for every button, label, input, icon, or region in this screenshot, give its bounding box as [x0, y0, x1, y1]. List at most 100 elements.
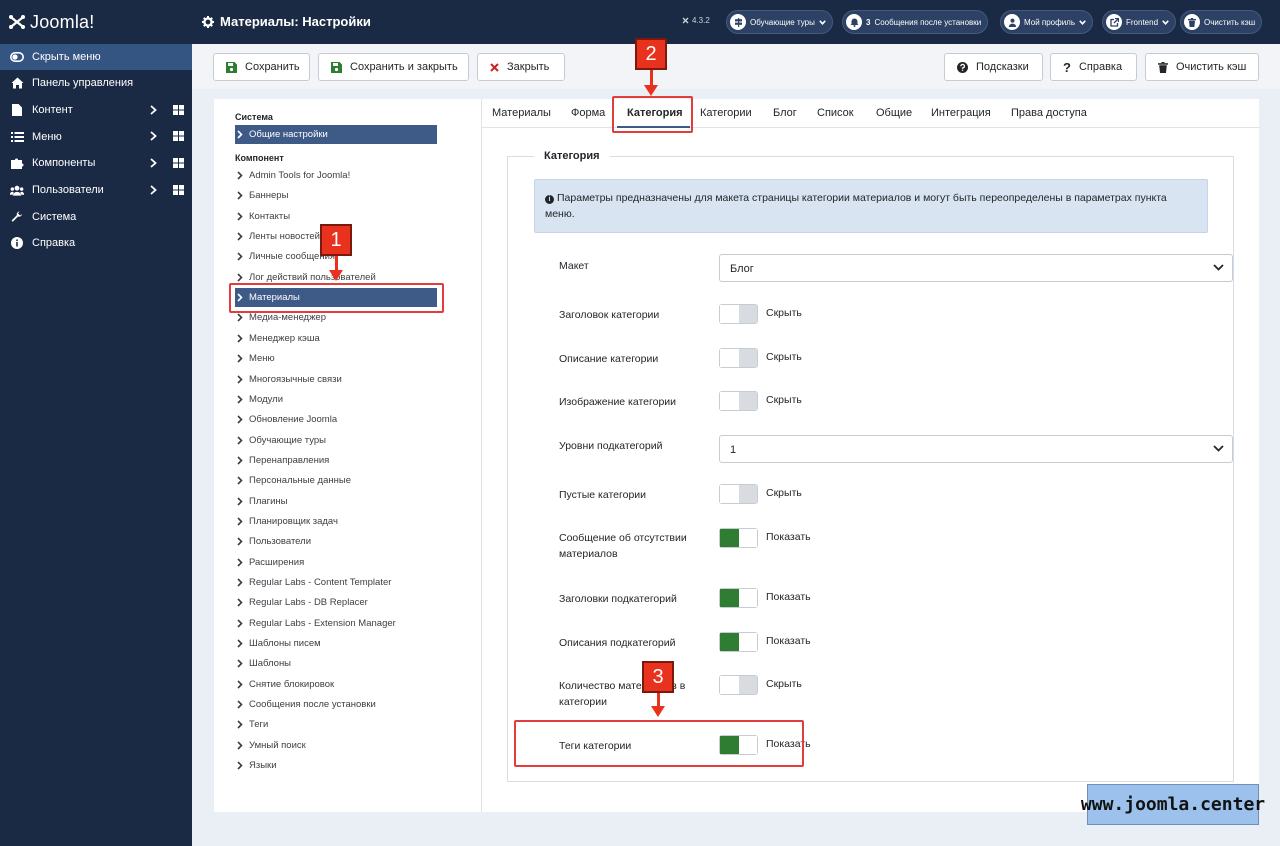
tab-articles[interactable]: Материалы [492, 107, 551, 119]
post-install-messages-button[interactable]: 3 Сообщения после установки [842, 10, 989, 34]
chevron-right-icon[interactable] [150, 185, 157, 195]
chevron-right-icon [235, 374, 245, 384]
component-item[interactable]: Regular Labs - Extension Manager [235, 614, 437, 633]
annotation-arrow-head-3 [651, 706, 665, 717]
sidebar-item-menus[interactable]: Меню [0, 123, 192, 150]
chevron-right-icon [235, 497, 245, 506]
component-item[interactable]: Контакты [235, 207, 437, 226]
chevron-right-icon [235, 680, 245, 689]
component-item-label: Шаблоны писем [249, 638, 321, 650]
component-item[interactable]: Обучающие туры [235, 431, 437, 450]
chevron-right-icon[interactable] [150, 158, 157, 168]
component-item[interactable]: Обновление Joomla [235, 410, 437, 429]
joomla-logo[interactable]: Joomla! [0, 0, 192, 44]
component-item-label: Обучающие туры [249, 434, 326, 446]
save-and-close-button[interactable]: Сохранить и закрыть [318, 53, 469, 81]
component-item-label: Медиа-менеджер [249, 312, 326, 324]
component-item[interactable]: Admin Tools for Joomla! [235, 166, 437, 185]
close-button[interactable]: Закрыть [477, 53, 565, 81]
sidebar-item-help[interactable]: Справка [0, 230, 192, 257]
chevron-right-icon[interactable] [150, 105, 157, 115]
sidebar-item-dashboard[interactable]: Панель управления [0, 70, 192, 97]
tab-list[interactable]: Список [817, 107, 854, 119]
question-circle-icon [957, 61, 968, 73]
chevron-right-icon [235, 639, 245, 648]
subcategory-descriptions-toggle[interactable] [719, 632, 758, 652]
field-label-category-image: Изображение категории [559, 396, 677, 408]
category-title-toggle[interactable] [719, 304, 758, 324]
tabs-bar: Материалы Форма Категория Категории Блог… [482, 99, 1260, 128]
sidebar-item-users[interactable]: Пользователи [0, 177, 192, 204]
component-item[interactable]: Баннеры [235, 186, 437, 205]
component-item[interactable]: Плагины [235, 492, 437, 511]
sidebar-item-label: Компоненты [32, 157, 96, 170]
component-item[interactable]: Regular Labs - Content Templater [235, 573, 437, 592]
sidebar-item-content[interactable]: Контент [0, 97, 192, 124]
articles-count-toggle[interactable] [719, 675, 758, 695]
component-item[interactable]: Модули [235, 390, 437, 409]
help-button[interactable]: ? Справка [1050, 53, 1137, 81]
empty-categories-toggle[interactable] [719, 484, 758, 504]
no-articles-message-toggle[interactable] [719, 528, 758, 548]
component-item[interactable]: Планировщик задач [235, 512, 437, 531]
component-item[interactable]: Языки [235, 756, 437, 775]
component-item[interactable]: Персональные данные [235, 471, 437, 490]
field-label-layout: Макет [559, 260, 589, 272]
tab-shared[interactable]: Общие [876, 107, 912, 119]
component-item[interactable]: Сообщения после установки [235, 695, 437, 714]
tab-permissions[interactable]: Права доступа [1011, 107, 1087, 119]
component-item[interactable]: Шаблоны [235, 654, 437, 673]
component-item[interactable]: Перенаправления [235, 451, 437, 470]
component-item[interactable]: Умный поиск [235, 736, 437, 755]
tab-integration[interactable]: Интеграция [931, 107, 991, 119]
component-item-label: Плагины [249, 495, 288, 507]
component-item[interactable]: Меню [235, 349, 437, 368]
joomla-logo-icon [8, 13, 26, 31]
component-item[interactable]: Regular Labs - DB Replacer [235, 593, 437, 612]
field-label-category-description: Описание категории [559, 353, 659, 365]
sidebar-item-toggle-menu[interactable]: Скрыть меню [0, 44, 192, 70]
chevron-right-icon [235, 212, 245, 221]
grid-icon[interactable] [173, 158, 184, 169]
save-and-close-label: Сохранить и закрыть [350, 61, 458, 73]
component-item[interactable]: Менеджер кэша [235, 329, 437, 348]
chevron-right-icon [235, 659, 245, 668]
articles-count-state: Скрыть [766, 678, 802, 690]
layout-select[interactable]: Блог [719, 254, 1233, 282]
chevron-right-icon [235, 578, 245, 587]
hints-button[interactable]: Подсказки [944, 53, 1043, 81]
sidebar-item-components[interactable]: Компоненты [0, 150, 192, 177]
component-item[interactable]: Многоязычные связи [235, 370, 437, 389]
toolbar: Сохранить Сохранить и закрыть Закрыть По… [192, 44, 1280, 89]
component-item[interactable]: Снятие блокировок [235, 675, 437, 694]
component-item[interactable]: Шаблоны писем [235, 634, 437, 653]
field-label-empty-categories: Пустые категории [559, 489, 647, 501]
clear-cache-header-button[interactable]: Очистить кэш [1180, 10, 1263, 34]
component-list-panel: Система Общие настройки Компонент Admin … [214, 99, 481, 812]
category-description-toggle[interactable] [719, 348, 758, 368]
grid-icon[interactable] [173, 131, 184, 142]
help-label: Справка [1078, 61, 1123, 73]
subcategory-levels-select[interactable]: 1 [719, 435, 1233, 463]
sidebar-item-system[interactable]: Система [0, 203, 192, 230]
subcategory-titles-toggle[interactable] [719, 588, 758, 608]
tab-categories[interactable]: Категории [700, 107, 752, 119]
category-image-toggle[interactable] [719, 391, 758, 411]
component-item[interactable]: Теги [235, 715, 437, 734]
frontend-label: Frontend [1126, 17, 1159, 27]
component-item[interactable]: Расширения [235, 553, 437, 572]
clear-cache-button[interactable]: Очистить кэш [1145, 53, 1259, 81]
component-item[interactable]: Пользователи [235, 532, 437, 551]
guided-tours-button[interactable]: Обучающие туры [726, 10, 833, 34]
chevron-right-icon[interactable] [150, 131, 157, 142]
tab-blog[interactable]: Блог [773, 107, 797, 119]
my-profile-button[interactable]: Мой профиль [1000, 10, 1094, 34]
save-button[interactable]: Сохранить [213, 53, 310, 81]
global-settings-item[interactable]: Общие настройки [235, 125, 437, 144]
chevron-down-icon [1162, 19, 1169, 25]
grid-icon[interactable] [173, 184, 184, 195]
frontend-button[interactable]: Frontend [1102, 10, 1177, 34]
tab-form[interactable]: Форма [571, 107, 605, 119]
info-circle-icon: i [545, 195, 554, 204]
grid-icon[interactable] [173, 104, 184, 115]
